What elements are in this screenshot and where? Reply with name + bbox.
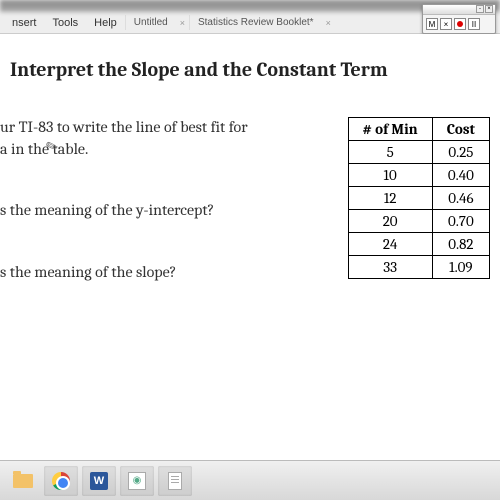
smart-icon: ◉ xyxy=(128,472,146,490)
menu-help[interactable]: Help xyxy=(86,15,125,31)
chrome-icon xyxy=(52,472,70,490)
table-row: 120.46 xyxy=(348,187,489,210)
pause-button[interactable]: II xyxy=(468,18,480,30)
word-icon: W xyxy=(90,472,108,490)
record-button[interactable] xyxy=(454,18,466,30)
taskbar: W ◉ xyxy=(0,460,500,500)
recorder-titlebar: - × xyxy=(423,5,495,15)
close-icon[interactable]: × xyxy=(485,5,493,13)
tab-statistics-review[interactable]: Statistics Review Booklet* xyxy=(189,15,322,30)
taskbar-explorer[interactable] xyxy=(6,466,40,496)
taskbar-chrome[interactable] xyxy=(44,466,78,496)
note-icon xyxy=(168,472,182,490)
tab-untitled[interactable]: Untitled xyxy=(125,15,176,30)
document-area: Interpret the Slope and the Constant Ter… xyxy=(0,34,500,460)
text-line: ur TI-83 to write the line of best fit f… xyxy=(0,118,248,136)
table-row: 200.70 xyxy=(348,210,489,233)
recorder-controls: M × II xyxy=(423,15,495,33)
screen-recorder-widget[interactable]: - × M × II xyxy=(422,4,496,34)
data-table: # of Min Cost 50.25 100.40 120.46 200.70… xyxy=(348,117,490,279)
close-icon[interactable]: × xyxy=(176,18,189,28)
menu-insert[interactable]: nsert xyxy=(4,15,44,31)
table-row: 240.82 xyxy=(348,233,489,256)
table-row: 331.09 xyxy=(348,256,489,279)
stop-button[interactable]: × xyxy=(440,18,452,30)
table-row: 50.25 xyxy=(348,141,489,164)
paragraph-3: s the meaning of the slope? xyxy=(0,262,348,284)
minimize-icon[interactable]: - xyxy=(476,5,484,13)
taskbar-smartboard[interactable]: ◉ xyxy=(120,466,154,496)
mic-button[interactable]: M xyxy=(426,18,438,30)
menu-tools[interactable]: Tools xyxy=(44,15,86,31)
taskbar-word[interactable]: W xyxy=(82,466,116,496)
section-heading: Interpret the Slope and the Constant Ter… xyxy=(10,58,500,81)
paragraph-2: s the meaning of the y-intercept? xyxy=(0,200,348,222)
col-header-min: # of Min xyxy=(348,118,432,141)
taskbar-notes[interactable] xyxy=(158,466,192,496)
col-header-cost: Cost xyxy=(432,118,489,141)
record-icon xyxy=(457,21,463,27)
table-header-row: # of Min Cost xyxy=(348,118,489,141)
table-row: 100.40 xyxy=(348,164,489,187)
folder-icon xyxy=(13,474,33,488)
close-icon[interactable]: × xyxy=(322,18,335,28)
